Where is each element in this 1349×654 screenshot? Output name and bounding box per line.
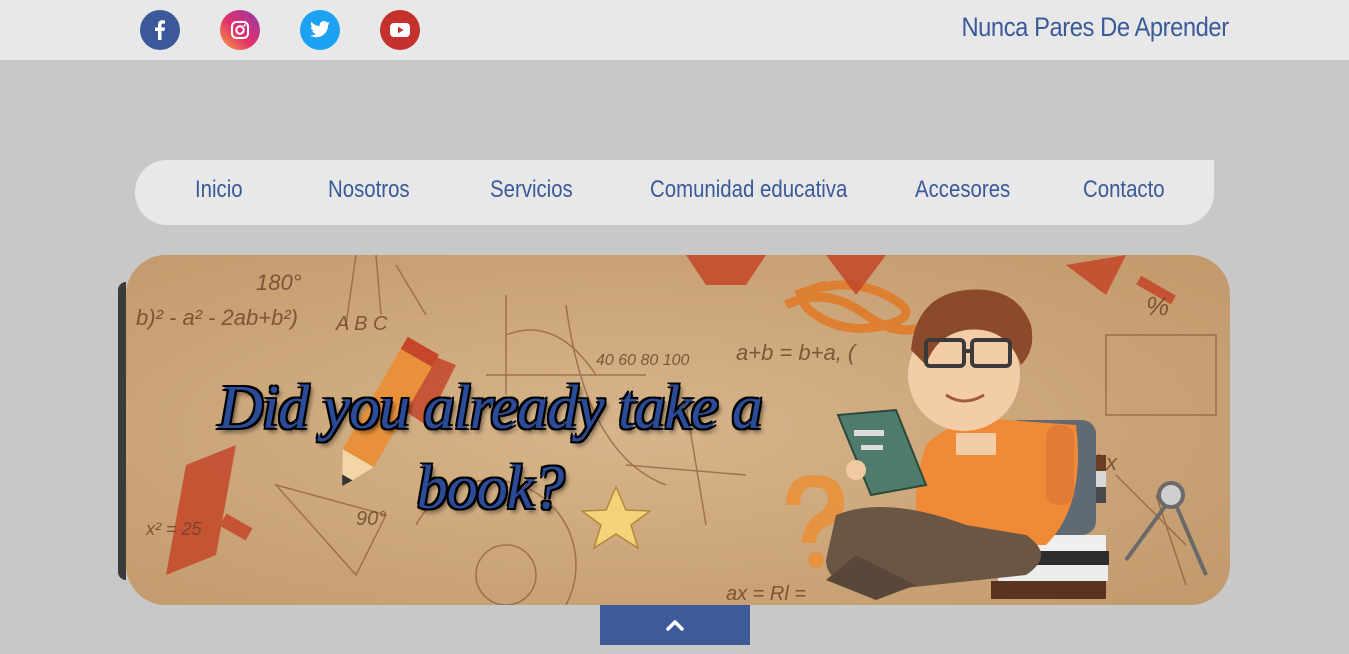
nav-item-servicios[interactable]: Servicios [490, 176, 573, 204]
svg-text:A B C: A B C [335, 313, 388, 335]
site-title: Nunca Pares De Aprender [961, 12, 1230, 42]
youtube-link[interactable] [380, 10, 420, 50]
svg-text:40 60 80 100: 40 60 80 100 [596, 352, 690, 369]
main-navigation: Inicio Nosotros Servicios Comunidad educ… [135, 160, 1214, 225]
svg-text:a+b = b+a, (: a+b = b+a, ( [736, 340, 858, 365]
instagram-icon [231, 21, 249, 39]
nav-item-inicio[interactable]: Inicio [195, 176, 243, 204]
nav-item-contacto[interactable]: Contacto [1083, 176, 1165, 204]
youtube-icon [390, 23, 410, 37]
nav-item-comunidad-educativa[interactable]: Comunidad educativa [650, 176, 847, 204]
twitter-link[interactable] [300, 10, 340, 50]
hero-headline: Did you already take a book? [218, 374, 763, 522]
slider-edge [118, 282, 126, 580]
nav-item-accesores[interactable]: Accesores [915, 176, 1010, 204]
svg-text:b)² - a² - 2ab+b²): b)² - a² - 2ab+b²) [136, 305, 298, 330]
chevron-up-icon [666, 620, 684, 631]
twitter-icon [310, 21, 330, 38]
svg-text:%: % [1146, 291, 1169, 321]
back-to-top-button[interactable] [600, 605, 750, 645]
facebook-link[interactable] [140, 10, 180, 50]
top-bar: Nunca Pares De Aprender [0, 0, 1349, 60]
svg-text:ax = Rl =: ax = Rl = [726, 583, 806, 605]
svg-text:180°: 180° [256, 270, 302, 295]
nav-item-nosotros[interactable]: Nosotros [328, 176, 410, 204]
hero-banner: 180° b)² - a² - 2ab+b²) A B C a+b = b+a,… [126, 255, 1230, 605]
facebook-icon [155, 20, 165, 40]
instagram-link[interactable] [220, 10, 260, 50]
